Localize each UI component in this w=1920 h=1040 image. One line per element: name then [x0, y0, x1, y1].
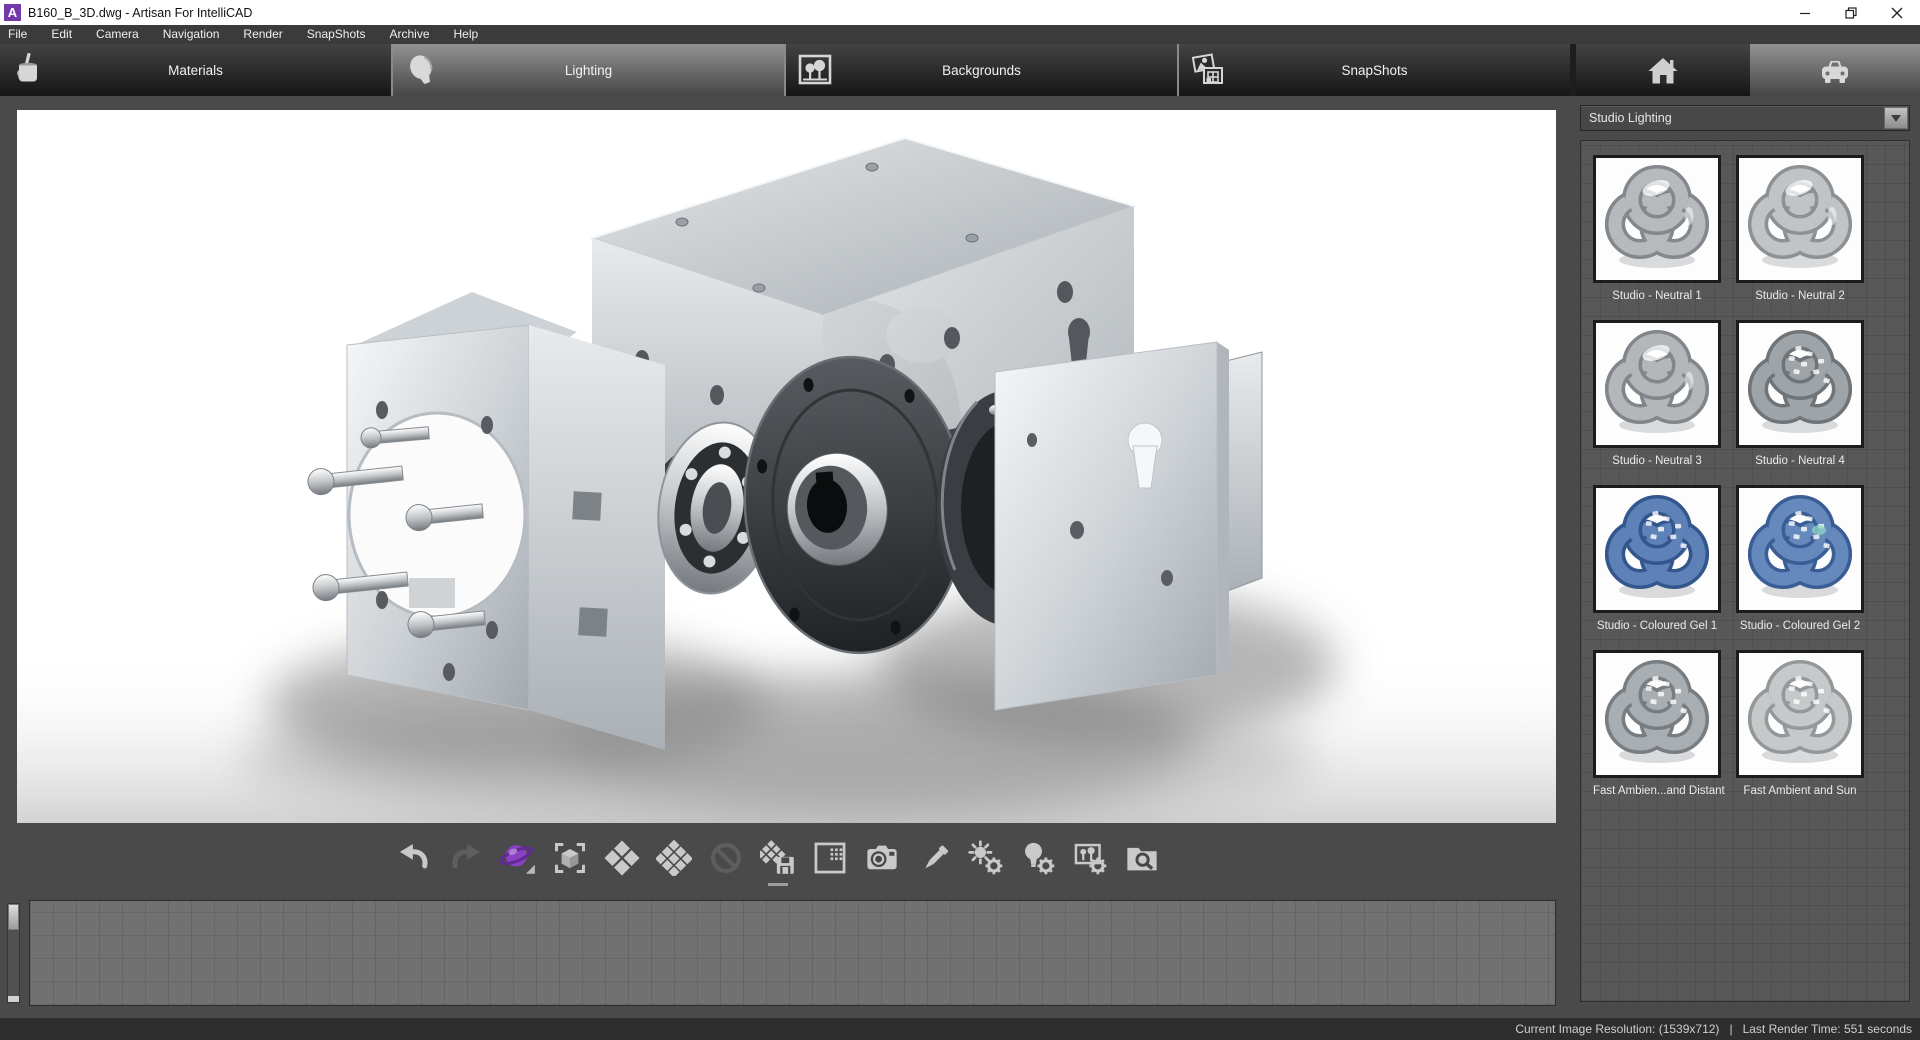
- menu-item-render[interactable]: Render: [231, 25, 294, 44]
- find-render-icon[interactable]: [1122, 836, 1162, 880]
- chevron-down-icon[interactable]: [1884, 107, 1908, 129]
- cancel-render-icon[interactable]: [706, 836, 746, 880]
- lighting-preset-thumbnail[interactable]: [1736, 155, 1864, 283]
- render-3d-view: [17, 110, 1556, 823]
- light-bulb-icon: [402, 50, 442, 90]
- menu-item-file[interactable]: File: [0, 25, 39, 44]
- lighting-preset-item[interactable]: Studio - Neutral 1: [1593, 155, 1721, 302]
- eyedropper-icon[interactable]: [914, 836, 954, 880]
- paint-bucket-icon: [9, 50, 49, 90]
- home-icon: [1643, 50, 1683, 90]
- snapshot-camera-icon[interactable]: [862, 836, 902, 880]
- lighting-preset-thumbnail[interactable]: [1736, 320, 1864, 448]
- undo-icon[interactable]: [394, 836, 434, 880]
- tab-backgrounds[interactable]: Backgrounds: [784, 44, 1177, 96]
- lighting-preset-label: Studio - Neutral 4: [1736, 455, 1864, 467]
- render-planet-icon[interactable]: [498, 836, 538, 880]
- photo-stack-icon: [1188, 50, 1228, 90]
- lighting-preset-dropdown[interactable]: Studio Lighting: [1580, 105, 1910, 131]
- lighting-preset-label: Studio - Coloured Gel 1: [1593, 620, 1721, 632]
- menu-item-camera[interactable]: Camera: [84, 25, 151, 44]
- tab-label: Lighting: [565, 63, 612, 78]
- menu-item-navigation[interactable]: Navigation: [151, 25, 232, 44]
- lighting-preset-item[interactable]: Fast Ambien...and Distant: [1593, 650, 1721, 797]
- close-button[interactable]: [1874, 0, 1920, 25]
- lighting-preset-thumbnail[interactable]: [1593, 320, 1721, 448]
- status-render-time: Last Render Time: 551 seconds: [1743, 1022, 1912, 1036]
- status-bar: Current Image Resolution: (1539x712) | L…: [0, 1018, 1920, 1040]
- log-panel: [29, 900, 1556, 1006]
- lighting-preset-thumbnail[interactable]: [1593, 485, 1721, 613]
- light-settings-icon[interactable]: [1018, 836, 1058, 880]
- menu-item-archive[interactable]: Archive: [378, 25, 442, 44]
- lighting-preset-label: Studio - Neutral 1: [1593, 290, 1721, 302]
- lighting-preset-item[interactable]: Studio - Neutral 2: [1736, 155, 1864, 302]
- lighting-preset-label: Studio - Coloured Gel 2: [1736, 620, 1864, 632]
- workspace: Studio Lighting Studio - Neutral 1: [0, 96, 1920, 1018]
- tab-lighting[interactable]: Lighting: [391, 44, 784, 96]
- lighting-preset-label: Fast Ambient and Sun: [1736, 785, 1864, 797]
- menu-item-help[interactable]: Help: [442, 25, 491, 44]
- restore-button[interactable]: [1828, 0, 1874, 25]
- lighting-preset-item[interactable]: Studio - Neutral 3: [1593, 320, 1721, 467]
- lighting-preset-thumbnail[interactable]: [1736, 650, 1864, 778]
- window-title: B160_B_3D.dwg - Artisan For IntelliCAD: [28, 6, 252, 20]
- car-icon: [1815, 50, 1855, 90]
- background-settings-icon[interactable]: [1070, 836, 1110, 880]
- tab-snapshots[interactable]: SnapShots: [1177, 44, 1570, 96]
- render-viewport[interactable]: [17, 110, 1556, 823]
- menu-item-snapshots[interactable]: SnapShots: [295, 25, 378, 44]
- tab-materials[interactable]: Materials: [0, 44, 391, 96]
- lighting-preset-label: Studio - Neutral 3: [1593, 455, 1721, 467]
- menu-bar: FileEditCameraNavigationRenderSnapShotsA…: [0, 25, 1920, 44]
- lighting-preset-label: Fast Ambien...and Distant: [1593, 785, 1721, 797]
- log-panel-scrollbar[interactable]: [7, 903, 20, 1003]
- lighting-presets-panel: Studio - Neutral 1 Studio - Neutral 2: [1580, 140, 1910, 1002]
- sun-settings-icon[interactable]: [966, 836, 1006, 880]
- four-diamonds-icon[interactable]: [602, 836, 642, 880]
- render-cube-icon[interactable]: [550, 836, 590, 880]
- tab-label: SnapShots: [1341, 63, 1407, 78]
- app-icon: A: [4, 4, 21, 21]
- lighting-preset-label: Studio - Neutral 2: [1736, 290, 1864, 302]
- lighting-preset-thumbnail[interactable]: [1736, 485, 1864, 613]
- menu-item-edit[interactable]: Edit: [39, 25, 84, 44]
- lighting-preset-item[interactable]: Studio - Coloured Gel 2: [1736, 485, 1864, 632]
- scrollbar-handle[interactable]: [8, 904, 19, 930]
- minimize-button[interactable]: [1782, 0, 1828, 25]
- lighting-preset-item[interactable]: Fast Ambient and Sun: [1736, 650, 1864, 797]
- lighting-preset-value: Studio Lighting: [1581, 111, 1884, 125]
- lighting-preset-thumbnail[interactable]: [1593, 155, 1721, 283]
- scrollbar-cap: [8, 996, 19, 1002]
- tab-bar: Materials Lighting Backgrounds: [0, 44, 1920, 96]
- status-separator: |: [1729, 1022, 1732, 1036]
- save-render-icon[interactable]: [758, 836, 798, 880]
- redo-icon[interactable]: [446, 836, 486, 880]
- title-bar: A B160_B_3D.dwg - Artisan For IntelliCAD: [0, 0, 1920, 25]
- tab-car[interactable]: [1750, 44, 1920, 96]
- tab-label: Backgrounds: [942, 63, 1021, 78]
- render-region-icon[interactable]: [810, 836, 850, 880]
- lighting-sidebar: Studio Lighting Studio - Neutral 1: [1580, 105, 1910, 1005]
- status-resolution: Current Image Resolution: (1539x712): [1515, 1022, 1719, 1036]
- tab-home[interactable]: [1576, 44, 1750, 96]
- tab-label: Materials: [168, 63, 223, 78]
- nine-diamonds-icon[interactable]: [654, 836, 694, 880]
- render-toolbar: [0, 827, 1556, 889]
- landscape-icon: [795, 50, 835, 90]
- lighting-preset-item[interactable]: Studio - Neutral 4: [1736, 320, 1864, 467]
- lighting-preset-thumbnail[interactable]: [1593, 650, 1721, 778]
- lighting-preset-item[interactable]: Studio - Coloured Gel 1: [1593, 485, 1721, 632]
